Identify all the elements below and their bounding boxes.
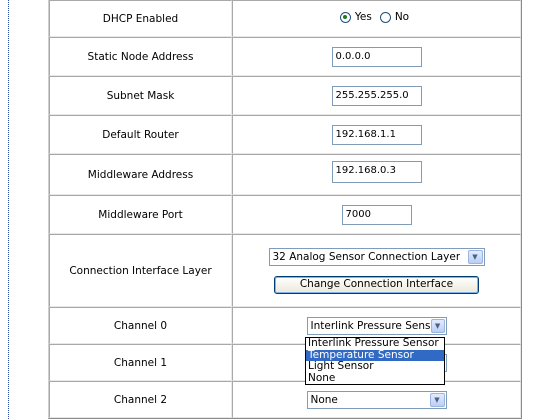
dropdown-option[interactable]: Interlink Pressure Sensor [306, 337, 444, 350]
subnet-label: Subnet Mask [49, 76, 232, 115]
static-node-label: Static Node Address [49, 37, 232, 76]
dhcp-no-radio[interactable] [379, 11, 391, 23]
middleware-port-input[interactable]: 7000 [341, 204, 412, 225]
dhcp-no-label: No [394, 11, 410, 24]
channel-2-select[interactable]: None ▼ [306, 390, 447, 409]
channel-0-select[interactable]: Interlink Pressure Sensor ▼ [306, 316, 447, 335]
channel-2-row: Channel 2 None ▼ [49, 381, 521, 418]
channel-1-row: Channel 1 ▼ [49, 344, 521, 381]
middleware-address-label: Middleware Address [49, 154, 232, 195]
middleware-port-row: Middleware Port 7000 [49, 195, 521, 234]
dhcp-label: DHCP Enabled [49, 0, 232, 37]
static-node-input[interactable]: 0.0.0.0 [331, 46, 422, 67]
router-label: Default Router [49, 115, 232, 154]
chevron-down-icon[interactable]: ▼ [429, 392, 445, 407]
dhcp-yes-radio[interactable] [339, 11, 351, 23]
dropdown-option[interactable]: Light Sensor [306, 360, 444, 373]
dhcp-row: DHCP Enabled Yes No [49, 0, 521, 37]
change-connection-interface-button[interactable]: Change Connection Interface [274, 275, 479, 294]
channel-1-label: Channel 1 [49, 344, 232, 381]
dhcp-radio-group: Yes No [339, 11, 413, 24]
middleware-port-label: Middleware Port [49, 195, 232, 234]
middleware-address-input[interactable]: 192.168.0.3 [331, 160, 422, 183]
network-config-table: DHCP Enabled Yes No Static Node Address … [48, 0, 522, 419]
connection-interface-row: Connection Interface Layer 32 Analog Sen… [49, 234, 521, 307]
channel-2-label: Channel 2 [49, 381, 232, 418]
dhcp-yes-label: Yes [354, 11, 372, 24]
channel-0-row: Channel 0 Interlink Pressure Sensor ▼ [49, 307, 521, 344]
connection-interface-label: Connection Interface Layer [49, 234, 232, 307]
chevron-down-icon[interactable]: ▼ [430, 318, 445, 333]
connection-interface-value: 32 Analog Sensor Connection Layer [272, 250, 461, 263]
dropdown-option[interactable]: None [306, 372, 444, 385]
static-node-row: Static Node Address 0.0.0.0 [49, 37, 521, 76]
router-input[interactable]: 192.168.1.1 [331, 124, 422, 145]
connection-interface-select[interactable]: 32 Analog Sensor Connection Layer ▼ [268, 247, 485, 266]
channel-0-label: Channel 0 [49, 307, 232, 344]
subnet-input[interactable]: 255.255.255.0 [331, 85, 422, 106]
chevron-down-icon[interactable]: ▼ [467, 249, 483, 264]
channel-0-dropdown-list: Interlink Pressure Sensor Temperature Se… [305, 337, 445, 385]
subnet-row: Subnet Mask 255.255.255.0 [49, 76, 521, 115]
channel-2-value: None [310, 393, 338, 406]
page-frame-line [8, 0, 9, 419]
channel-0-value: Interlink Pressure Sensor [310, 319, 430, 332]
router-row: Default Router 192.168.1.1 [49, 115, 521, 154]
middleware-address-row: Middleware Address 192.168.0.3 [49, 154, 521, 195]
